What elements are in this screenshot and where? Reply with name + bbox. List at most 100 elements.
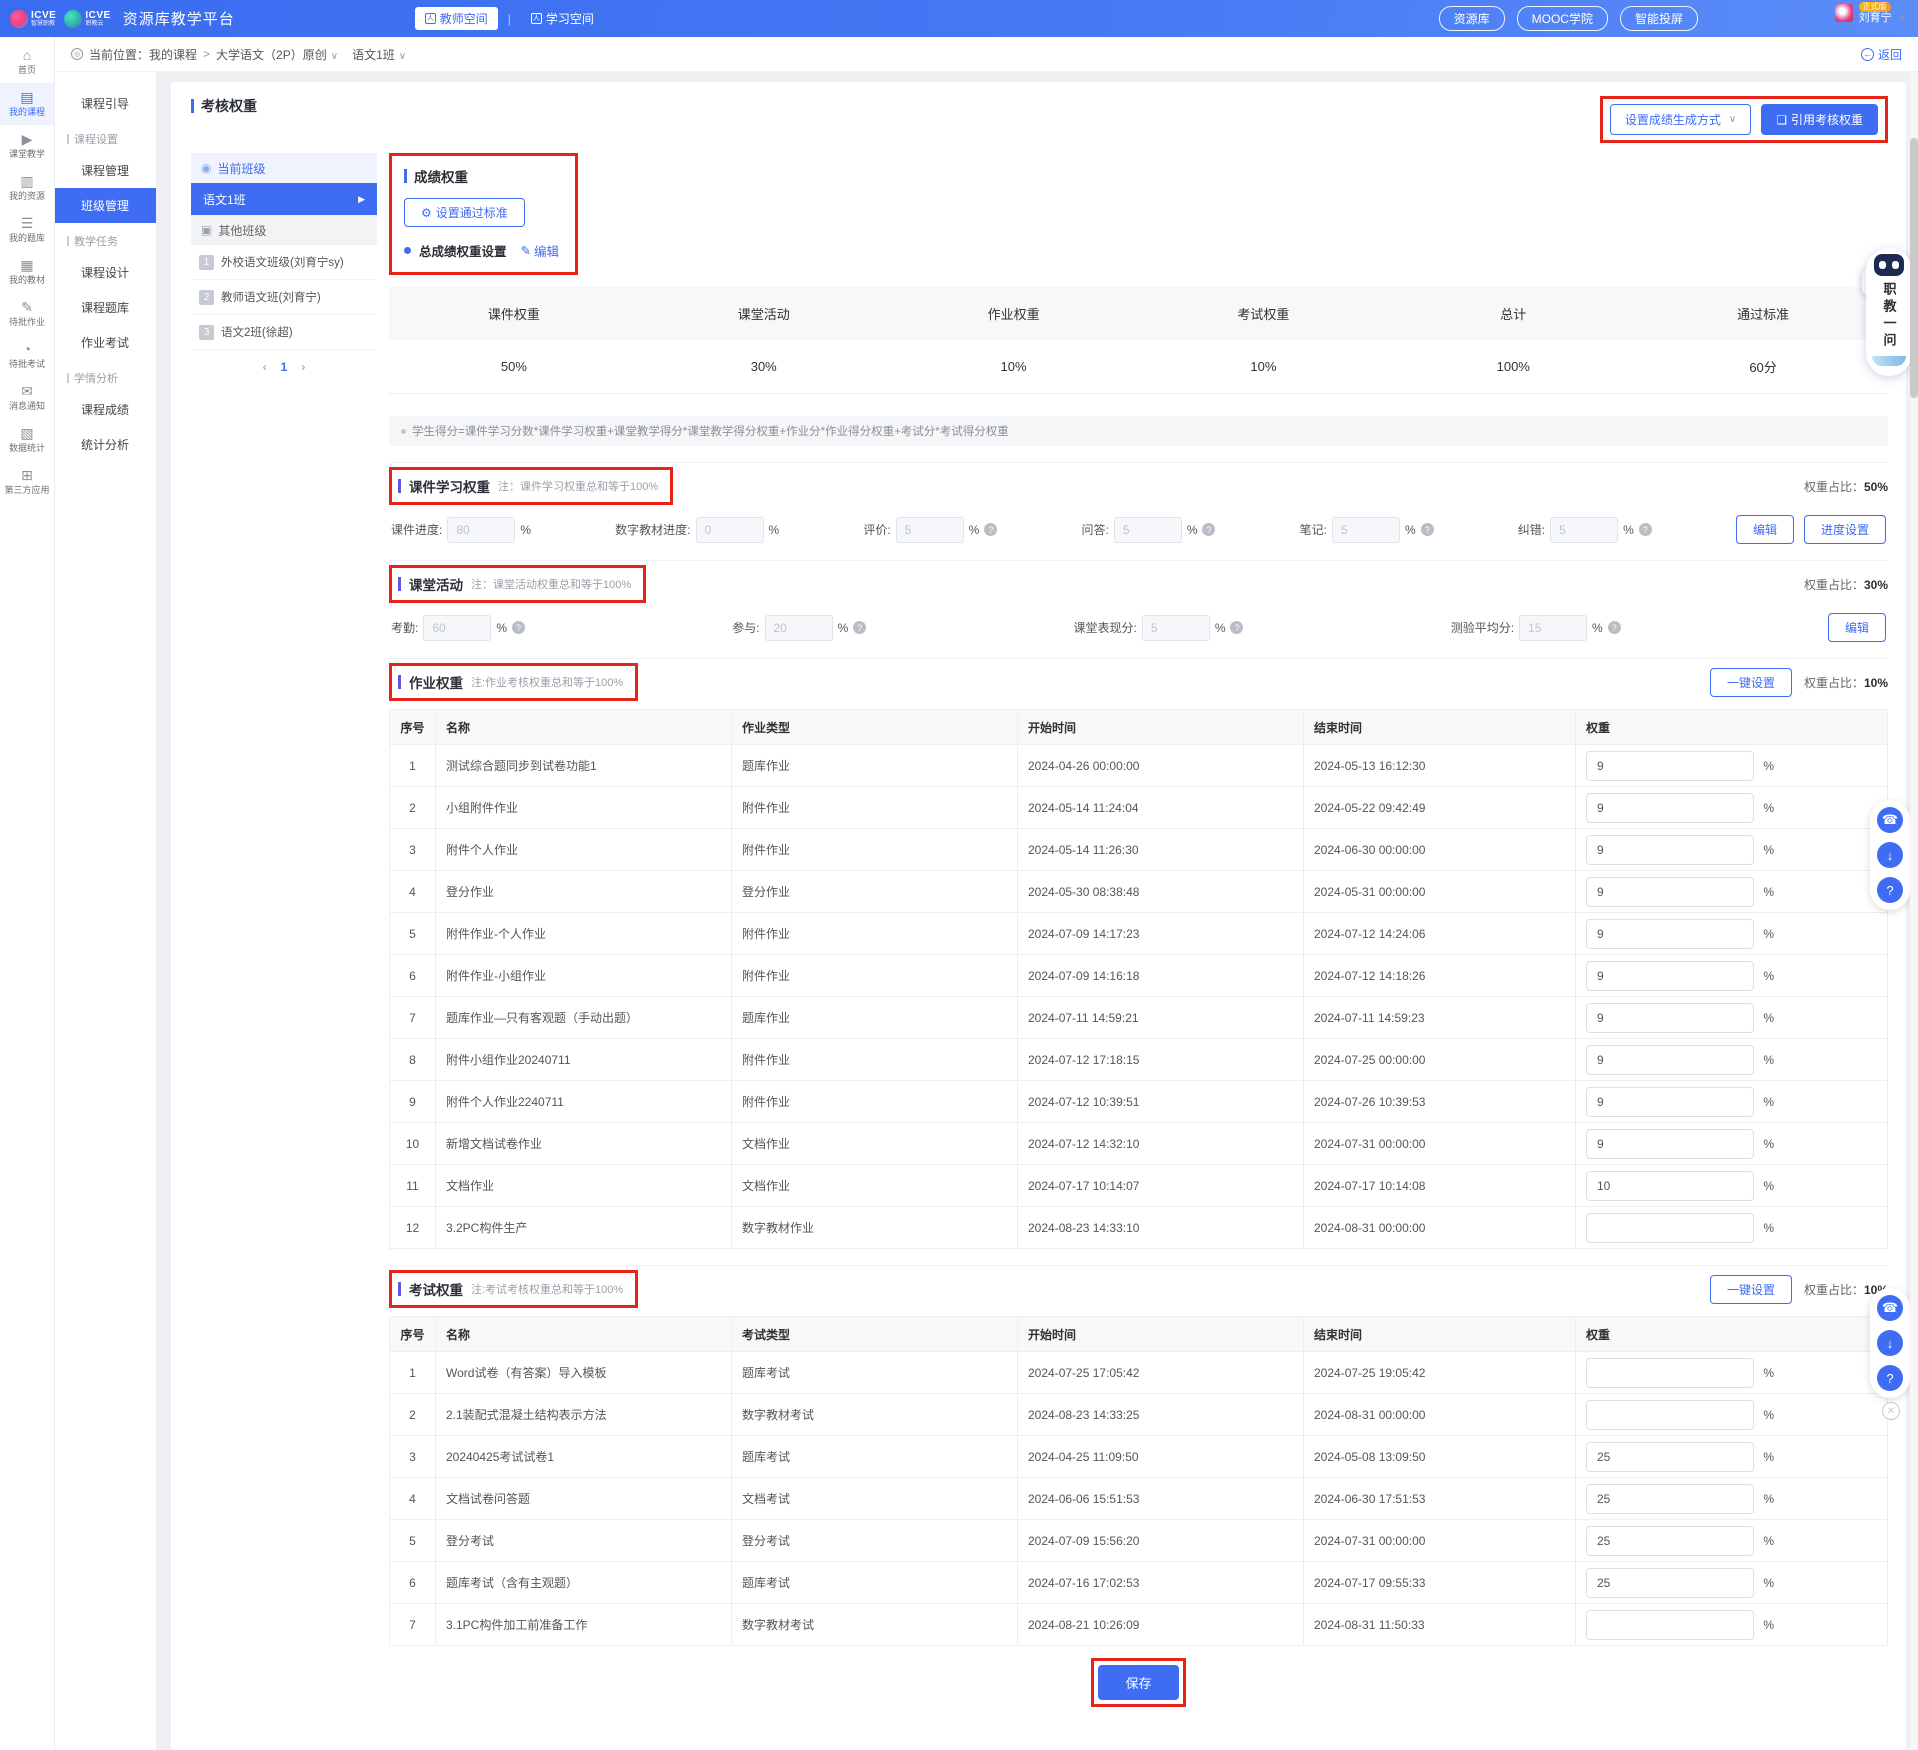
weight-value-input[interactable] bbox=[896, 517, 964, 543]
sidebar-item[interactable]: ✉ 消息通知 bbox=[0, 377, 54, 419]
homework-weight-input[interactable] bbox=[1586, 1129, 1754, 1159]
homework-weight-input[interactable] bbox=[1586, 1213, 1754, 1243]
sidebar-item[interactable]: ▥ 我的资源 bbox=[0, 167, 54, 209]
help-icon[interactable]: ? bbox=[853, 621, 866, 634]
help-icon[interactable]: ? bbox=[984, 523, 997, 536]
summary-header-cell: 作业权重 bbox=[889, 287, 1139, 340]
homework-weight-input[interactable] bbox=[1586, 793, 1754, 823]
current-class-item[interactable]: 语文1班 ▶ bbox=[191, 183, 377, 215]
help-icon[interactable]: ? bbox=[1608, 621, 1621, 634]
weight-value-input[interactable] bbox=[1550, 517, 1618, 543]
back-button[interactable]: ← 返回 bbox=[1861, 46, 1902, 63]
total-weight-edit-link[interactable]: ✎ 编辑 bbox=[521, 241, 560, 260]
sidebar-item[interactable]: ▧ 数据统计 bbox=[0, 419, 54, 461]
help-circle-icon[interactable]: ? bbox=[1877, 877, 1903, 903]
sidebar-item[interactable]: ▦ 我的教材 bbox=[0, 251, 54, 293]
next-page-button[interactable]: › bbox=[301, 360, 305, 374]
prev-page-button[interactable]: ‹ bbox=[263, 360, 267, 374]
user-menu[interactable]: 正式版 刘育宁 ∨ bbox=[1835, 2, 1906, 25]
homework-batch-set-button[interactable]: 一键设置 bbox=[1710, 668, 1792, 697]
other-class-item[interactable]: 3 语文2班(徐超) bbox=[191, 315, 377, 350]
breadcrumb-class-dropdown[interactable]: 语文1班∨ bbox=[352, 46, 406, 63]
customer-service-icon[interactable]: ☎ bbox=[1877, 807, 1903, 833]
homework-row-type: 附件作业 bbox=[732, 787, 1018, 829]
help-icon[interactable]: ? bbox=[512, 621, 525, 634]
exam-weight-input[interactable] bbox=[1586, 1400, 1754, 1430]
classroom-edit-button[interactable]: 编辑 bbox=[1828, 613, 1886, 642]
set-pass-standard-button[interactable]: ⚙ 设置通过标准 bbox=[404, 198, 525, 227]
exam-weight-input[interactable] bbox=[1586, 1526, 1754, 1556]
homework-weight-input[interactable] bbox=[1586, 961, 1754, 991]
download-icon[interactable]: ↓ bbox=[1877, 842, 1903, 868]
homework-weight-input[interactable] bbox=[1586, 1087, 1754, 1117]
weight-value-input[interactable] bbox=[1142, 615, 1210, 641]
exam-row-no: 3 bbox=[390, 1436, 436, 1478]
top-action-button[interactable]: 智能投屏 bbox=[1620, 6, 1698, 31]
help-icon[interactable]: ? bbox=[1202, 523, 1215, 536]
homework-weight-input[interactable] bbox=[1586, 919, 1754, 949]
download-icon[interactable]: ↓ bbox=[1877, 1330, 1903, 1356]
weight-value-input[interactable] bbox=[1114, 517, 1182, 543]
save-button[interactable]: 保存 bbox=[1098, 1665, 1178, 1700]
courseware-edit-button[interactable]: 编辑 bbox=[1736, 515, 1794, 544]
breadcrumb-course-dropdown[interactable]: 大学语文（2P）原创∨ bbox=[216, 46, 338, 63]
exam-row-end: 2024-07-17 09:55:33 bbox=[1304, 1562, 1576, 1604]
page-number[interactable]: 1 bbox=[281, 360, 288, 374]
sidebar-item[interactable]: ☰ 我的题库 bbox=[0, 209, 54, 251]
homework-weight-input[interactable] bbox=[1586, 877, 1754, 907]
homework-note: 注:作业考核权重总和等于100% bbox=[471, 674, 623, 690]
other-class-item[interactable]: 2 教师语文班(刘育宁) bbox=[191, 280, 377, 315]
weight-value-input[interactable] bbox=[696, 517, 764, 543]
sidebar-item[interactable]: ▤ 我的课程 bbox=[0, 83, 54, 125]
homework-weight-input[interactable] bbox=[1586, 1045, 1754, 1075]
set-grade-generation-button[interactable]: 设置成绩生成方式∨ bbox=[1610, 104, 1751, 135]
weight-value-input[interactable] bbox=[765, 615, 833, 641]
zhijiao-assistant-widget[interactable]: 职教一问 bbox=[1866, 248, 1912, 376]
sidebar-item[interactable]: ⊞ 第三方应用 bbox=[0, 461, 54, 503]
help-circle-icon[interactable]: ? bbox=[1877, 1365, 1903, 1391]
help-icon[interactable]: ? bbox=[1421, 523, 1434, 536]
homework-weight-input[interactable] bbox=[1586, 1003, 1754, 1033]
customer-service-icon[interactable]: ☎ bbox=[1877, 1295, 1903, 1321]
top-action-button[interactable]: MOOC学院 bbox=[1517, 6, 1608, 31]
title-bar bbox=[398, 577, 401, 591]
quote-assessment-weight-button[interactable]: ❏ 引用考核权重 bbox=[1761, 104, 1878, 135]
help-icon[interactable]: ? bbox=[1639, 523, 1652, 536]
weight-value-input[interactable] bbox=[447, 517, 515, 543]
scrollbar-thumb[interactable] bbox=[1910, 138, 1918, 398]
submenu-stats-analysis[interactable]: 统计分析 bbox=[55, 427, 156, 462]
progress-settings-button[interactable]: 进度设置 bbox=[1804, 515, 1886, 544]
top-action-button[interactable]: 资源库 bbox=[1439, 6, 1505, 31]
teacher-space-tab[interactable]: 人 教师空间 bbox=[415, 7, 498, 30]
exam-weight-input[interactable] bbox=[1586, 1358, 1754, 1388]
sidebar-item[interactable]: ⌂ 首页 bbox=[0, 41, 54, 83]
breadcrumb-my-courses[interactable]: 我的课程 bbox=[149, 46, 197, 63]
help-icon[interactable]: ? bbox=[1230, 621, 1243, 634]
exam-batch-set-button[interactable]: 一键设置 bbox=[1710, 1275, 1792, 1304]
submenu-course-manage[interactable]: 课程管理 bbox=[55, 153, 156, 188]
weight-value-input[interactable] bbox=[423, 615, 491, 641]
exam-weight-input[interactable] bbox=[1586, 1568, 1754, 1598]
exam-row-no: 6 bbox=[390, 1562, 436, 1604]
homework-weight-input[interactable] bbox=[1586, 835, 1754, 865]
submenu-course-bank[interactable]: 课程题库 bbox=[55, 290, 156, 325]
submenu-homework-exam[interactable]: 作业考试 bbox=[55, 325, 156, 360]
submenu-course-guide[interactable]: 课程引导 bbox=[55, 86, 156, 121]
page-scrollbar[interactable] bbox=[1910, 72, 1918, 1750]
student-space-tab[interactable]: 人 学习空间 bbox=[521, 7, 604, 30]
submenu-class-manage[interactable]: 班级管理 bbox=[55, 188, 156, 223]
homework-weight-input[interactable] bbox=[1586, 1171, 1754, 1201]
sidebar-item[interactable]: ▶ 课堂教学 bbox=[0, 125, 54, 167]
submenu-course-design[interactable]: 课程设计 bbox=[55, 255, 156, 290]
sidebar-item[interactable]: ◔ 待批考试 bbox=[0, 335, 54, 377]
close-icon[interactable]: ✕ bbox=[1882, 1402, 1900, 1420]
exam-weight-input[interactable] bbox=[1586, 1484, 1754, 1514]
submenu-course-score[interactable]: 课程成绩 bbox=[55, 392, 156, 427]
exam-weight-input[interactable] bbox=[1586, 1442, 1754, 1472]
exam-weight-input[interactable] bbox=[1586, 1610, 1754, 1640]
weight-value-input[interactable] bbox=[1519, 615, 1587, 641]
weight-value-input[interactable] bbox=[1332, 517, 1400, 543]
other-class-item[interactable]: 1 外校语文班级(刘育宁sy) bbox=[191, 245, 377, 280]
homework-weight-input[interactable] bbox=[1586, 751, 1754, 781]
sidebar-item[interactable]: ✎ 待批作业 bbox=[0, 293, 54, 335]
